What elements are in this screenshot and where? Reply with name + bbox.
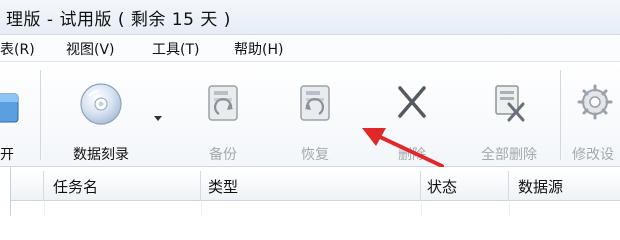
column-header-type[interactable]: 类型 (201, 171, 421, 201)
toolbar-separator (40, 70, 41, 160)
window-title: 理版 - 试用版 ( 剩余 15 天 ) (6, 10, 231, 30)
delete-all-button[interactable]: 全部删除 (466, 74, 552, 164)
burn-dropdown-button[interactable] (151, 110, 165, 124)
delete-x-icon (398, 86, 426, 118)
title-bar: 理版 - 试用版 ( 剩余 15 天 ) (0, 0, 620, 35)
cell-divider (201, 202, 202, 216)
toolbar-separator (560, 70, 561, 160)
modify-settings-label: 修改设 (572, 147, 614, 163)
disc-icon (80, 83, 122, 125)
menu-item-tools[interactable]: 工具(T) (152, 39, 199, 59)
menu-item-view[interactable]: 视图(V) (66, 39, 115, 59)
column-label: 类型 (208, 178, 239, 196)
column-label: 任务名 (53, 178, 99, 196)
column-label: 状态 (427, 178, 458, 196)
gear-icon (577, 84, 613, 120)
restore-icon (300, 85, 330, 121)
task-table: 任务名 类型 状态 数据源 (0, 167, 620, 216)
table-row[interactable] (11, 202, 620, 216)
menu-bar: 表(R) 视图(V) 工具(T) 帮助(H) (0, 35, 620, 62)
open-button[interactable]: 开 (0, 74, 24, 164)
column-header-status[interactable]: 状态 (421, 171, 509, 201)
burn-data-label: 数据刻录 (73, 147, 129, 163)
menu-item-table[interactable]: 表(R) (0, 39, 35, 59)
delete-all-icon (495, 85, 525, 122)
column-header-blank[interactable] (11, 171, 44, 201)
folder-icon (0, 93, 19, 123)
open-button-label: 开 (0, 147, 14, 163)
restore-button[interactable]: 恢复 (280, 74, 350, 164)
backup-button[interactable]: 备份 (188, 74, 258, 164)
menu-item-help[interactable]: 帮助(H) (234, 39, 283, 59)
column-header-data-source[interactable]: 数据源 (509, 171, 620, 201)
column-header-task-name[interactable]: 任务名 (44, 171, 201, 201)
toolbar: 开 数据刻录 备份 恢复 删除 全部删除 修改设 (0, 62, 620, 168)
modify-settings-button[interactable]: 修改设 (570, 74, 620, 164)
burn-data-button[interactable]: 数据刻录 (56, 74, 146, 164)
cell-divider (509, 202, 510, 216)
cell-divider (44, 202, 45, 216)
backup-label: 备份 (209, 147, 237, 163)
table-header: 任务名 类型 状态 数据源 (11, 171, 620, 201)
column-label: 数据源 (518, 178, 564, 196)
restore-label: 恢复 (301, 147, 329, 163)
annotation-arrow-icon (362, 128, 444, 168)
backup-icon (208, 85, 238, 121)
delete-all-label: 全部删除 (481, 147, 537, 163)
cell-divider (421, 202, 422, 216)
dropdown-arrow-icon (154, 116, 162, 121)
